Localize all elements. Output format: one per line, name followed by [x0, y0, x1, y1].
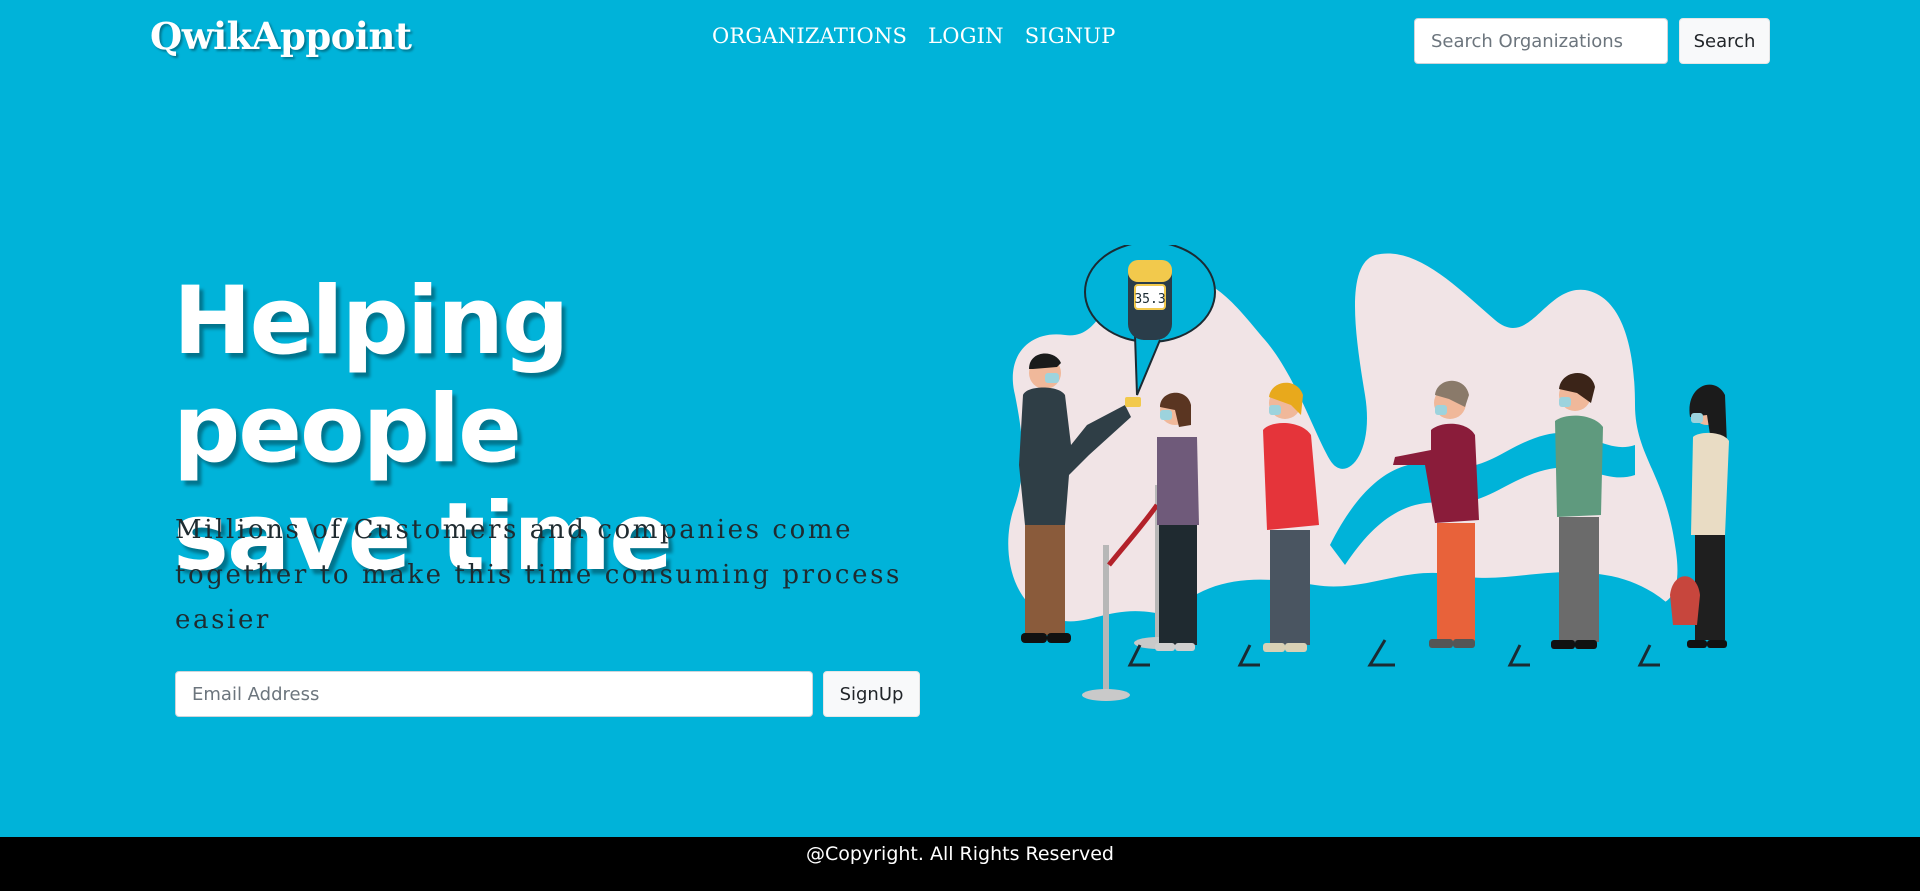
top-navbar: QwikAppoint ORGANIZATIONS LOGIN SIGNUP S… — [0, 0, 1920, 84]
search-button[interactable]: Search — [1679, 18, 1770, 64]
person-queue-6 — [1670, 384, 1729, 648]
nav-links: ORGANIZATIONS LOGIN SIGNUP — [712, 24, 1116, 48]
signup-button[interactable]: SignUp — [823, 671, 920, 717]
thermometer-reading: 35.3 — [1134, 292, 1165, 307]
hero-subtitle: Millions of Customers and companies come… — [175, 515, 902, 635]
copyright-text: @Copyright. All Rights Reserved — [806, 843, 1114, 865]
queue-people-temperature-check-illustration: 35.3 — [1008, 245, 1729, 701]
search-organizations-input[interactable] — [1414, 18, 1668, 64]
nav-link-organizations[interactable]: ORGANIZATIONS — [712, 24, 907, 48]
email-address-input[interactable] — [175, 671, 813, 717]
nav-link-login[interactable]: LOGIN — [928, 24, 1004, 48]
brand-logo[interactable]: QwikAppoint — [150, 14, 412, 58]
footer: @Copyright. All Rights Reserved — [0, 837, 1920, 891]
hero-title-line: Helping people — [173, 267, 569, 484]
nav-link-signup[interactable]: SIGNUP — [1025, 24, 1116, 48]
illustration-wave — [1165, 572, 1685, 657]
